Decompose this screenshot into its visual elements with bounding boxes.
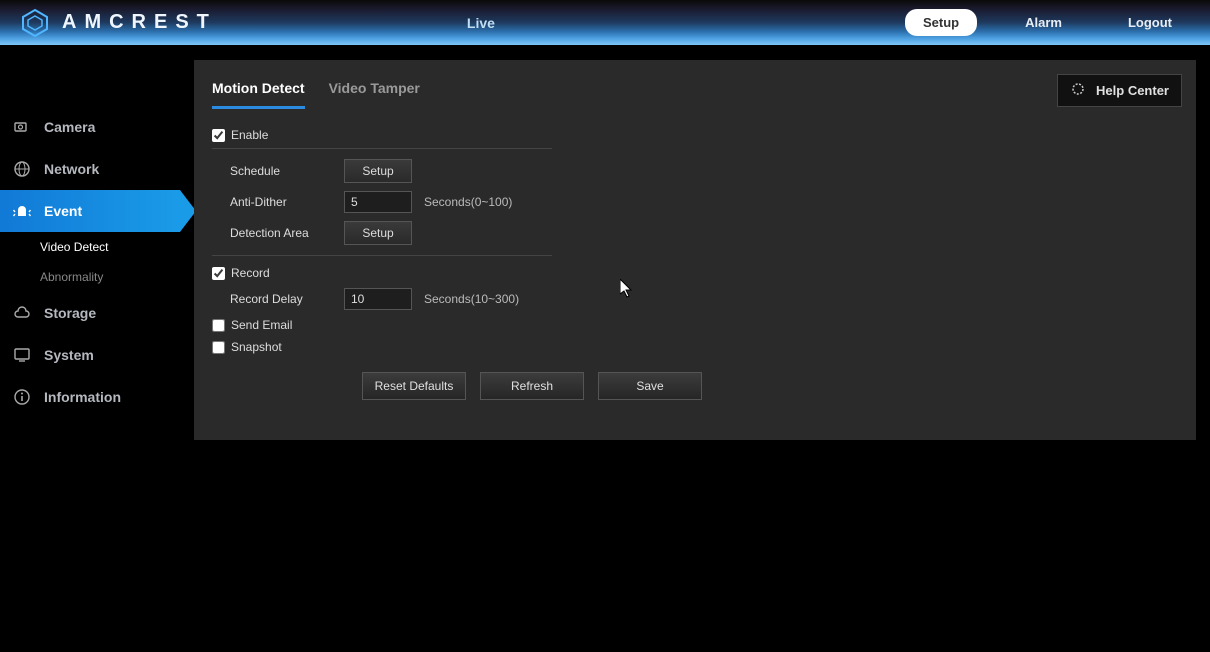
form: Enable Schedule Setup Anti-Dither Second… [212, 128, 1178, 400]
sidebar-label: Camera [44, 119, 95, 135]
sidebar-item-network[interactable]: Network [0, 148, 180, 190]
enable-checkbox[interactable] [212, 129, 225, 142]
alarm-icon [12, 201, 32, 221]
anti-dither-label: Anti-Dither [212, 195, 344, 209]
reset-defaults-button[interactable]: Reset Defaults [362, 372, 466, 400]
settings-panel: Motion Detect Video Tamper Help Center E… [194, 60, 1196, 440]
send-email-checkbox[interactable] [212, 319, 225, 332]
nav-logout[interactable]: Logout [1110, 9, 1190, 36]
schedule-label: Schedule [212, 164, 344, 178]
camera-icon [12, 117, 32, 137]
header: AMCREST Live Setup Alarm Logout [0, 0, 1210, 46]
record-delay-hint: Seconds(10~300) [424, 292, 519, 306]
sidebar-item-information[interactable]: Information [0, 376, 180, 418]
row-schedule: Schedule Setup [212, 159, 1178, 183]
sidebar-label: Network [44, 161, 99, 177]
content: Camera Network Event Video Detect Abnorm… [0, 46, 1210, 652]
schedule-setup-button[interactable]: Setup [344, 159, 412, 183]
record-delay-input[interactable] [344, 288, 412, 310]
anti-dither-hint: Seconds(0~100) [424, 195, 512, 209]
right-nav: Setup Alarm Logout [905, 9, 1190, 36]
action-buttons: Reset Defaults Refresh Save [362, 372, 1178, 400]
tabs: Motion Detect Video Tamper [212, 80, 1178, 110]
brand-logo-icon [20, 8, 50, 38]
cloud-icon [12, 303, 32, 323]
tab-motion-detect[interactable]: Motion Detect [212, 80, 305, 109]
refresh-button[interactable]: Refresh [480, 372, 584, 400]
brand-name: AMCREST [62, 11, 217, 34]
snapshot-label: Snapshot [225, 340, 282, 354]
sidebar-sub-abnormality[interactable]: Abnormality [40, 262, 180, 292]
globe-icon [12, 159, 32, 179]
record-checkbox[interactable] [212, 267, 225, 280]
detection-area-setup-button[interactable]: Setup [344, 221, 412, 245]
event-subitems: Video Detect Abnormality [0, 232, 180, 292]
help-center-icon [1070, 81, 1086, 100]
monitor-icon [12, 345, 32, 365]
row-send-email: Send Email [212, 318, 1178, 332]
info-icon [12, 387, 32, 407]
sidebar-label: Event [44, 203, 82, 219]
record-delay-label: Record Delay [212, 292, 344, 306]
help-center-label: Help Center [1096, 83, 1169, 98]
row-enable: Enable [212, 128, 552, 149]
nav-live[interactable]: Live [457, 11, 505, 35]
help-center-button[interactable]: Help Center [1057, 74, 1182, 107]
row-anti-dither: Anti-Dither Seconds(0~100) [212, 191, 1178, 213]
sidebar-label: System [44, 347, 94, 363]
sidebar-item-storage[interactable]: Storage [0, 292, 180, 334]
sidebar: Camera Network Event Video Detect Abnorm… [0, 46, 180, 652]
save-button[interactable]: Save [598, 372, 702, 400]
row-record-delay: Record Delay Seconds(10~300) [212, 288, 1178, 310]
row-snapshot: Snapshot [212, 340, 1178, 354]
main-nav: Live [457, 11, 505, 35]
nav-alarm[interactable]: Alarm [1007, 9, 1080, 36]
sidebar-item-system[interactable]: System [0, 334, 180, 376]
enable-label: Enable [225, 128, 268, 142]
sidebar-item-event[interactable]: Event [0, 190, 180, 232]
sidebar-label: Information [44, 389, 121, 405]
snapshot-checkbox[interactable] [212, 341, 225, 354]
detection-area-label: Detection Area [212, 226, 344, 240]
record-label: Record [225, 266, 270, 280]
nav-setup[interactable]: Setup [905, 9, 977, 36]
logo: AMCREST [20, 8, 217, 38]
row-record: Record [212, 266, 1178, 280]
sidebar-sub-video-detect[interactable]: Video Detect [40, 232, 180, 262]
sidebar-item-camera[interactable]: Camera [0, 106, 180, 148]
main-panel-wrap: Motion Detect Video Tamper Help Center E… [180, 46, 1210, 652]
send-email-label: Send Email [225, 318, 292, 332]
row-detection-area: Detection Area Setup [212, 221, 552, 256]
anti-dither-input[interactable] [344, 191, 412, 213]
sidebar-label: Storage [44, 305, 96, 321]
tab-video-tamper[interactable]: Video Tamper [329, 80, 420, 109]
